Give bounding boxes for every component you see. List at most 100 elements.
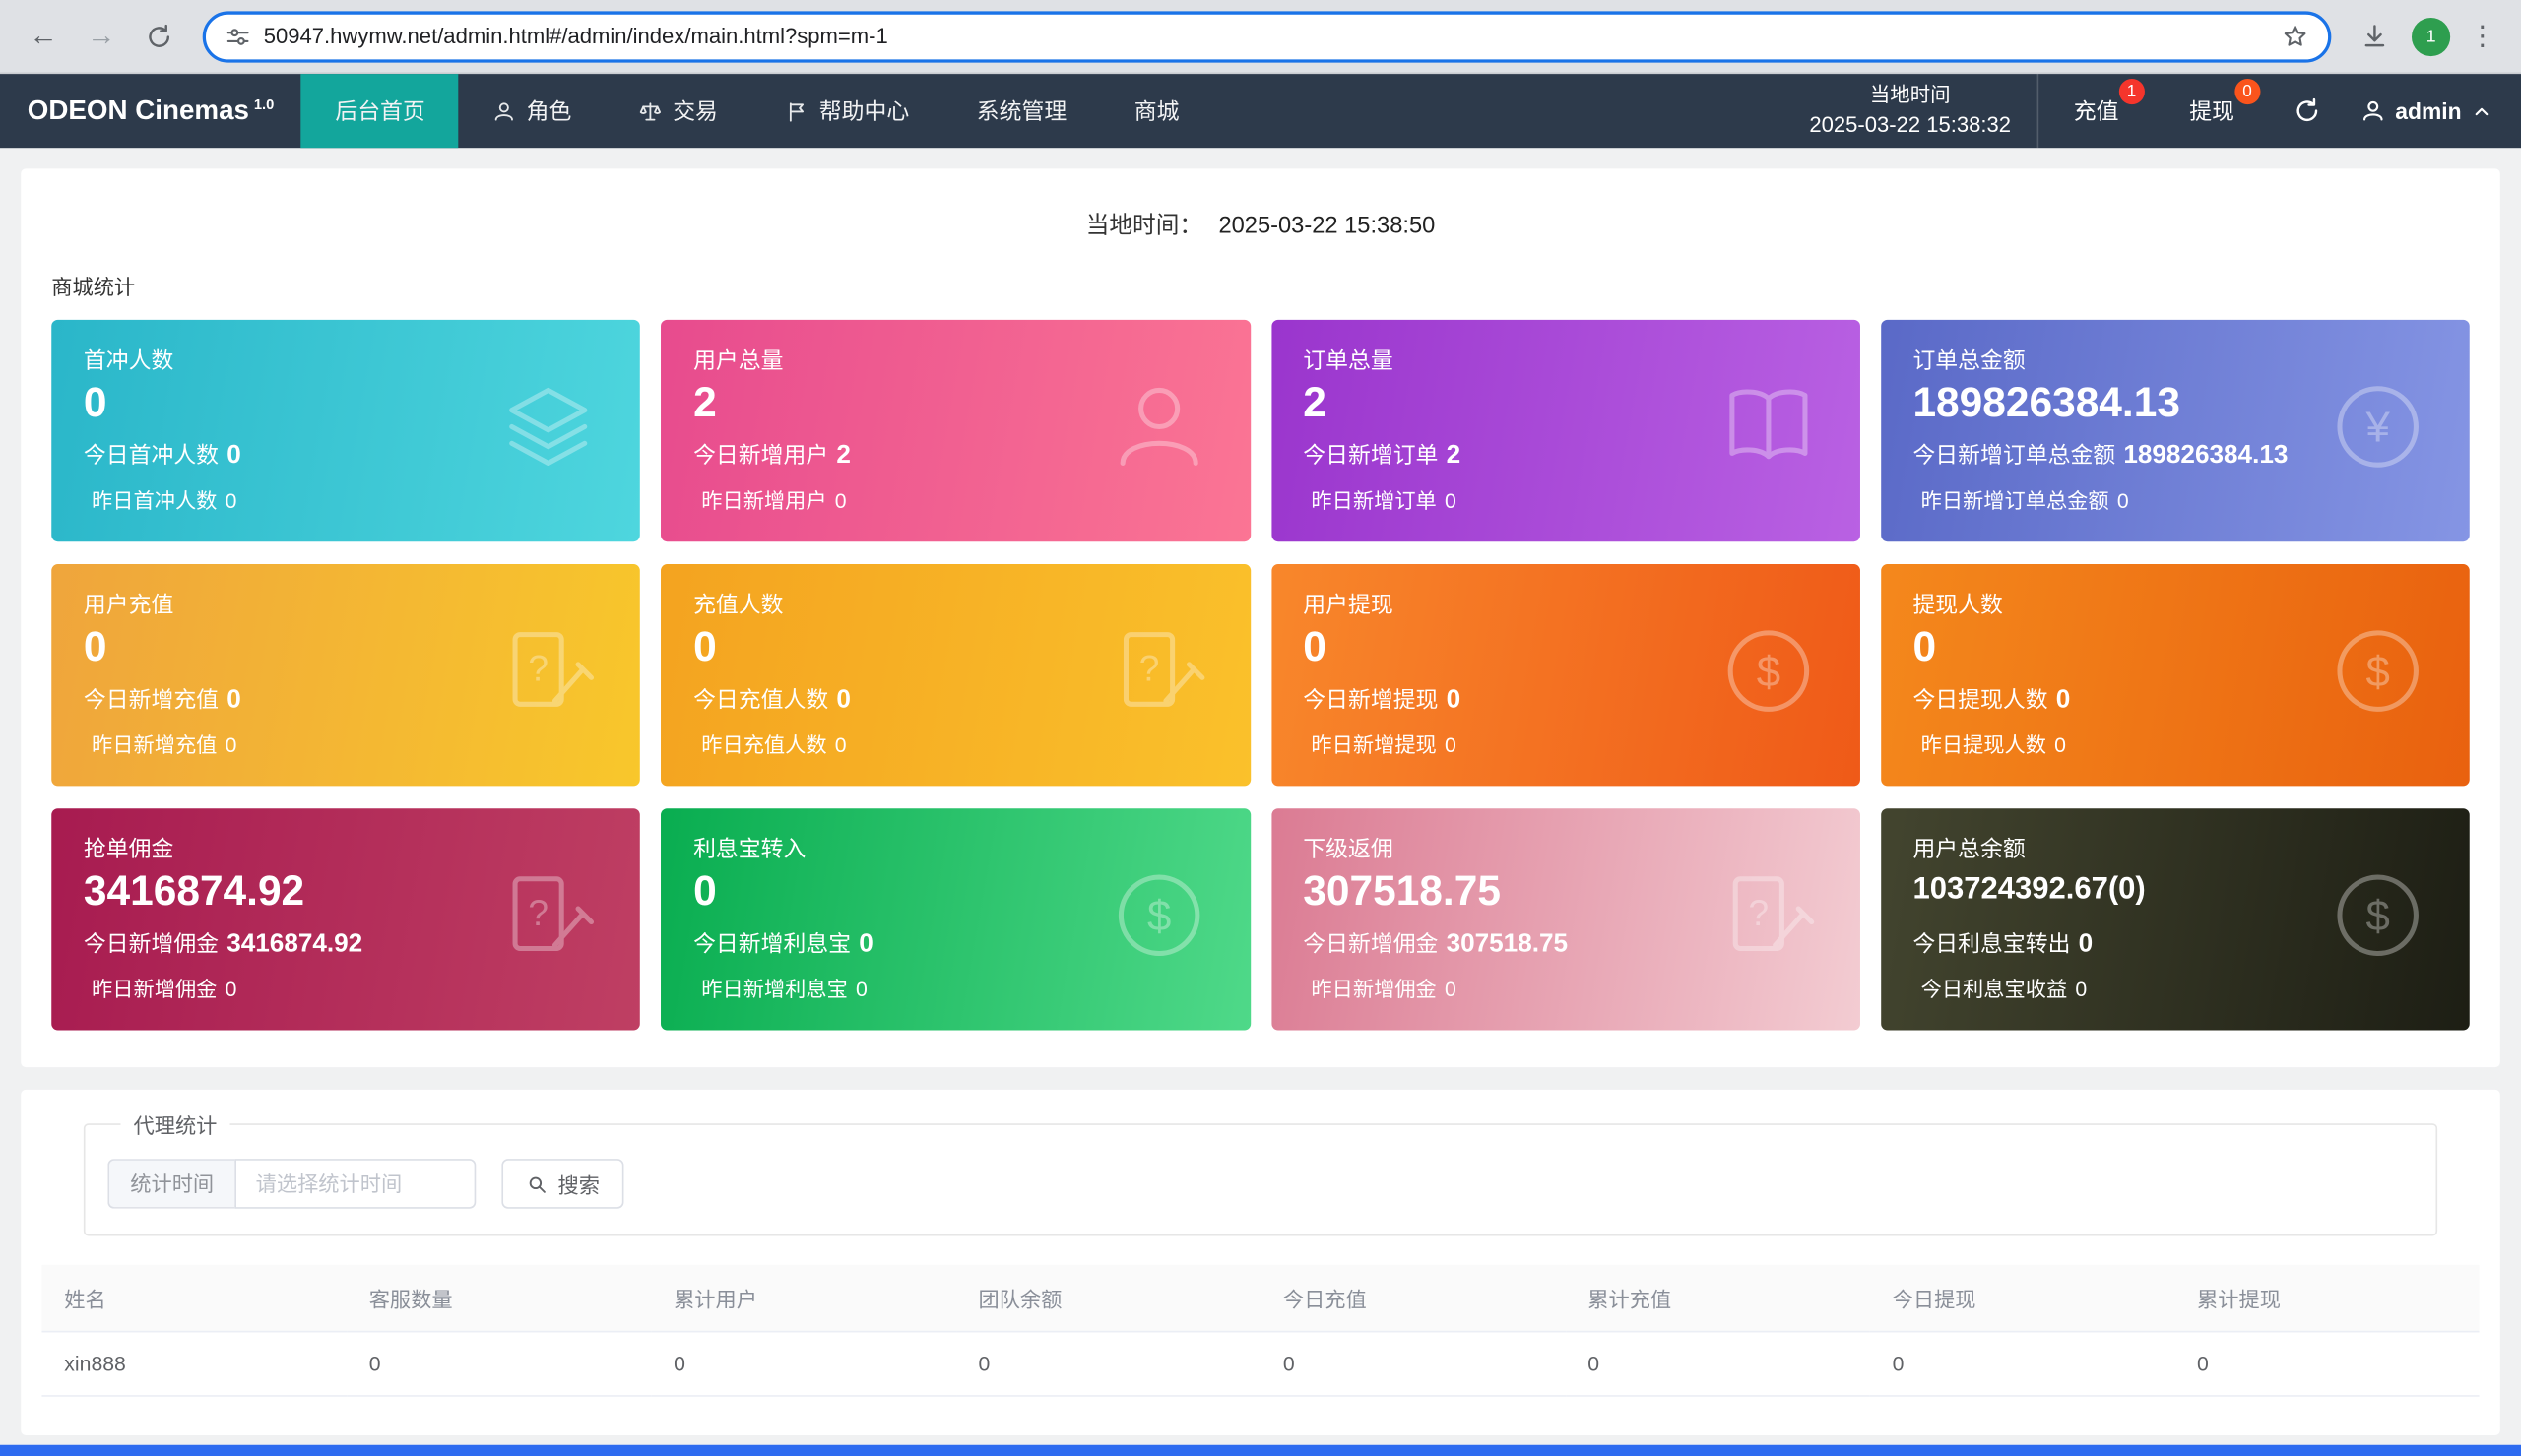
stat-card-title: 首冲人数: [83, 347, 174, 373]
scale-icon: [639, 98, 663, 122]
search-icon: [529, 1175, 546, 1193]
local-time-label: 当地时间: [1869, 84, 1951, 107]
stat-time-label: 统计时间: [107, 1159, 235, 1209]
stat-card-利息宝转入: 利息宝转入 0 今日新增利息宝 0 昨日新增利息宝 0 $: [661, 808, 1251, 1031]
recharge-button[interactable]: 充值 1: [2038, 74, 2155, 148]
back-icon[interactable]: ←: [16, 9, 71, 64]
stat-card-title: 提现人数: [1912, 591, 2003, 617]
stat-card-用户总余额: 用户总余额 103724392.67(0) 今日利息宝转出 0 今日利息宝收益 0 $: [1880, 808, 2470, 1031]
agent-table-body: xin888 0 0 0 0 0 0 0: [41, 1331, 2480, 1397]
search-button[interactable]: 搜索: [501, 1159, 624, 1209]
stat-card-title: 用户总余额: [1912, 835, 2026, 862]
nav-item-label: 角色: [526, 97, 572, 124]
svg-text:?: ?: [529, 892, 549, 933]
agent-table-cell: 0: [1565, 1331, 1870, 1397]
forward-icon[interactable]: →: [74, 9, 129, 64]
nav-item-帮助中心[interactable]: 帮助中心: [751, 74, 942, 148]
book-icon: [1715, 374, 1822, 488]
stat-card-用户充值: 用户充值 0 今日新增充值 0 昨日新增充值 0?: [51, 564, 641, 787]
agent-table-cell: 0: [651, 1331, 956, 1397]
agent-table-header: 累计充值: [1565, 1264, 1870, 1333]
agent-table-header: 团队余额: [955, 1264, 1260, 1333]
brand-logo: ODEON Cinemas 1.0: [0, 74, 301, 148]
stat-cards: 首冲人数 0 今日首冲人数 0 昨日首冲人数 0 用户总量 2 今日新增用户 2 昨日新增用户 0 订单…: [51, 319, 2470, 1031]
person-icon: [492, 98, 516, 122]
stat-card-yesterday: 昨日新增订单总金额 0: [1920, 488, 2129, 513]
nav-item-系统管理[interactable]: 系统管理: [942, 74, 1100, 148]
search-button-label: 搜索: [557, 1172, 601, 1198]
stat-card-首冲人数: 首冲人数 0 今日首冲人数 0 昨日首冲人数 0: [51, 319, 641, 542]
dollar-icon: $: [1715, 618, 1822, 732]
svg-text:$: $: [1146, 892, 1170, 940]
svg-text:$: $: [2366, 892, 2390, 940]
stat-card-订单总金额: 订单总金额 189826384.13 今日新增订单总金额 189826384.13 昨日…: [1880, 319, 2470, 542]
nav-item-交易[interactable]: 交易: [606, 74, 752, 148]
stat-card-title: 用户总量: [693, 347, 784, 373]
nav-item-label: 帮助中心: [818, 97, 910, 124]
stat-card-用户提现: 用户提现 0 今日新增提现 0 昨日新增提现 0 $: [1270, 564, 1860, 787]
stat-card-下级返佣: 下级返佣 307518.75 今日新增佣金 307518.75 昨日新增佣金 0?: [1270, 808, 1860, 1031]
main-page: 当地时间： 2025-03-22 15:38:50 商城统计 首冲人数 0 今日首冲…: [0, 148, 2521, 1435]
reload-icon[interactable]: [132, 9, 187, 64]
agent-fieldset: 代理统计 统计时间 搜索: [83, 1108, 2438, 1236]
local-time-block: 当地时间 2025-03-22 15:38:32: [1783, 81, 2036, 142]
stat-time-input[interactable]: [234, 1159, 477, 1209]
agent-table-cell: 0: [955, 1331, 1260, 1397]
stat-card-抢单佣金: 抢单佣金 3416874.92 今日新增佣金 3416874.92 昨日新增佣金 0?: [51, 808, 641, 1031]
browser-menu-icon[interactable]: ⋮: [2460, 20, 2505, 52]
stat-card-用户总量: 用户总量 2 今日新增用户 2 昨日新增用户 0: [661, 319, 1251, 542]
site-settings-icon[interactable]: [226, 24, 251, 49]
nav-item-label: 商城: [1133, 97, 1180, 124]
address-bar[interactable]: 50947.hwymw.net/admin.html#/admin/index/…: [202, 10, 2332, 62]
navbar-right: 当地时间 2025-03-22 15:38:32 充值 1 提现 0 admin: [1783, 74, 2521, 149]
admin-menu[interactable]: admin: [2344, 98, 2521, 124]
stat-card-title: 抢单佣金: [83, 835, 174, 862]
agent-table-cell: 0: [1260, 1331, 1566, 1397]
agent-table-header: 今日充值: [1260, 1264, 1566, 1333]
withdraw-label: 提现: [2189, 97, 2235, 124]
withdraw-badge: 0: [2234, 78, 2261, 105]
bottom-bar: [0, 1444, 2521, 1456]
nav-item-后台首页[interactable]: 后台首页: [301, 74, 460, 149]
stat-card-yesterday: 昨日新增利息宝 0: [701, 977, 868, 1002]
svg-text:?: ?: [529, 648, 549, 689]
agent-table-head-row: 姓名 客服数量 累计用户 团队余额 今日充值 累计充值 今日提现 累计提现: [41, 1264, 2480, 1333]
url-text[interactable]: 50947.hwymw.net/admin.html#/admin/index/…: [264, 24, 2269, 47]
agent-legend: 代理统计: [133, 1113, 218, 1138]
section-title: 商城统计: [51, 275, 136, 299]
refresh-icon[interactable]: [2270, 96, 2344, 125]
agent-table-header: 姓名: [41, 1264, 347, 1333]
agent-table-header: 累计用户: [651, 1264, 956, 1333]
agent-table-cell: xin888: [41, 1331, 347, 1397]
stat-card-yesterday: 昨日新增佣金 0: [92, 977, 237, 1002]
nav-item-label: 交易: [673, 97, 718, 124]
nav-item-商城[interactable]: 商城: [1100, 74, 1212, 148]
recharge-badge: 1: [2118, 78, 2145, 105]
download-icon[interactable]: [2348, 9, 2403, 64]
recharge-label: 充值: [2073, 97, 2119, 124]
stat-card-yesterday: 昨日新增充值 0: [92, 732, 237, 757]
stat-card-yesterday: 昨日新增订单 0: [1311, 488, 1456, 513]
nav-item-角色[interactable]: 角色: [459, 74, 606, 148]
svg-text:¥: ¥: [2365, 404, 2391, 452]
bookmark-star-icon[interactable]: [2282, 23, 2309, 50]
svg-text:?: ?: [1748, 892, 1769, 933]
stat-card-yesterday: 昨日首冲人数 0: [92, 488, 237, 513]
flag-icon: [785, 98, 808, 122]
svg-text:?: ?: [1138, 648, 1159, 689]
withdraw-button[interactable]: 提现 0: [2154, 74, 2270, 148]
stat-card-订单总量: 订单总量 2 今日新增订单 2 昨日新增订单 0: [1270, 319, 1860, 542]
nav-items: 后台首页 角色 交易 帮助中心 系统管理 商城: [301, 74, 1213, 149]
app-navbar: ODEON Cinemas 1.0 后台首页 角色 交易 帮助中心 系统管理 商城 当地时…: [0, 74, 2521, 149]
stat-card-yesterday: 昨日新增提现 0: [1311, 732, 1456, 757]
agent-table-cell: 0: [1869, 1331, 2175, 1397]
dollar-icon: $: [2325, 618, 2431, 732]
user-icon: [1105, 374, 1211, 488]
stat-card-yesterday: 昨日新增佣金 0: [1311, 977, 1456, 1002]
brand-name: ODEON Cinemas: [27, 95, 249, 126]
viewport: ← → 50947.hwymw.net/admin.html#/admin/in…: [0, 0, 2521, 1456]
profile-avatar[interactable]: 1: [2411, 17, 2451, 56]
stat-card-yesterday: 昨日新增用户 0: [701, 488, 847, 513]
brand-version: 1.0: [253, 95, 275, 113]
edit-doc-icon: ?: [495, 618, 602, 732]
